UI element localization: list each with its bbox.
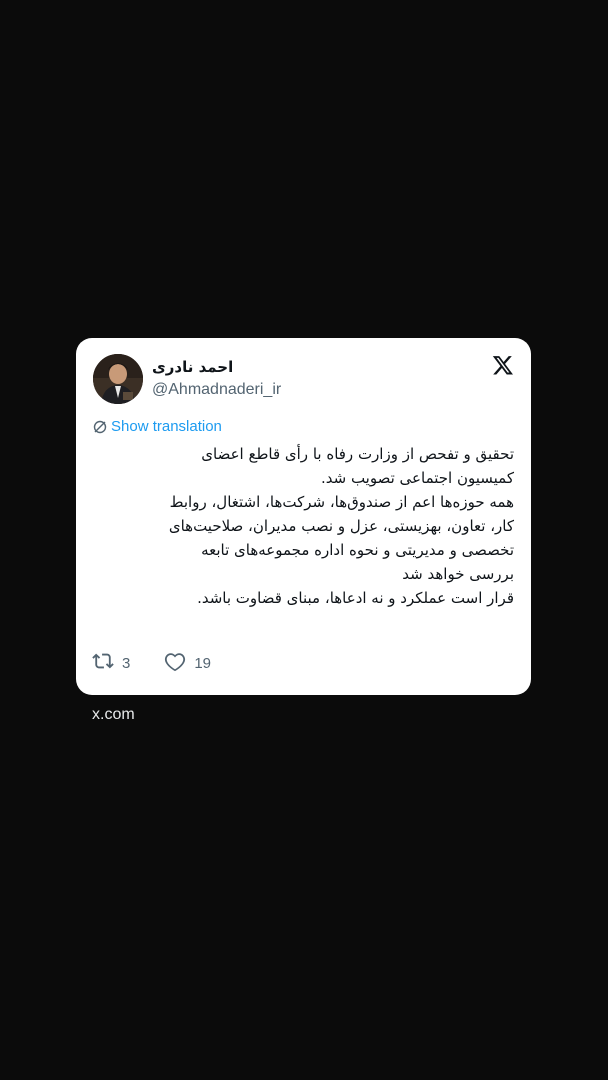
retweet-icon [92,650,114,676]
tweet-actions: 3 19 [92,650,211,676]
like-button[interactable]: 19 [164,650,211,676]
tweet-card[interactable]: احمد نادری @Ahmadnaderi_ir Show translat… [76,338,531,695]
source-label: x.com [92,706,135,723]
tweet-body-line: قرار است عملکرد و نه ادعاها، مبنای قضاوت… [197,589,514,607]
x-logo-icon[interactable] [492,354,514,376]
tweet-body-line: بررسی خواهد شد [402,565,514,583]
tweet-body: تحقیق و تفحص از وزارت رفاه با رأی قاطع ا… [94,442,514,610]
show-translation-label[interactable]: Show translation [111,418,222,435]
tweet-body-line: تحقیق و تفحص از وزارت رفاه با رأی قاطع ا… [201,445,514,463]
like-count: 19 [194,654,212,672]
globe-icon [93,420,107,434]
tweet-body-line: کمیسیون اجتماعی تصویب شد. [320,469,514,487]
tweet-body-line: کار، تعاون، بهزیستی، عزل و نصب مدیران، ص… [168,517,514,535]
author-block[interactable]: احمد نادری @Ahmadnaderi_ir [152,356,352,401]
show-translation-link[interactable]: Show translation [93,418,222,435]
retweet-count: 3 [122,654,131,672]
heart-icon [164,650,186,676]
tweet-body-line: تخصصی و مدیریتی و نحوه اداره مجموعه‌های … [201,541,514,559]
avatar[interactable] [93,354,143,404]
tweet-body-line: همه حوزه‌ها اعم از صندوق‌ها، شرکت‌ها، اش… [169,493,514,511]
author-name[interactable]: احمد نادری [152,356,352,378]
retweet-button[interactable]: 3 [92,650,130,676]
author-handle[interactable]: @Ahmadnaderi_ir [152,379,352,401]
